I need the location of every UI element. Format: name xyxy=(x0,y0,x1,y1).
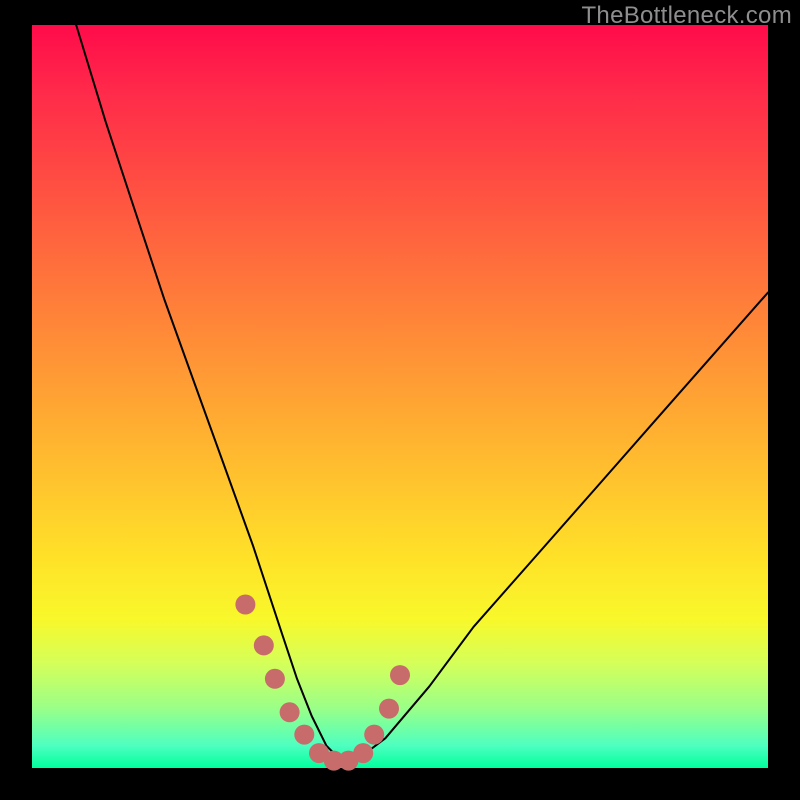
valley-dot xyxy=(353,743,373,763)
valley-dot xyxy=(265,669,285,689)
valley-dot xyxy=(390,665,410,685)
valley-dot xyxy=(235,595,255,615)
bottleneck-curve xyxy=(76,25,768,761)
valley-dot xyxy=(280,702,300,722)
chart-container: TheBottleneck.com xyxy=(0,0,800,800)
bottleneck-curve-path xyxy=(76,25,768,761)
valley-dot xyxy=(254,635,274,655)
valley-dots xyxy=(235,595,410,771)
valley-dot xyxy=(294,725,314,745)
valley-dot xyxy=(364,725,384,745)
watermark-text: TheBottleneck.com xyxy=(581,2,792,30)
valley-dot xyxy=(379,699,399,719)
chart-overlay xyxy=(32,25,768,768)
